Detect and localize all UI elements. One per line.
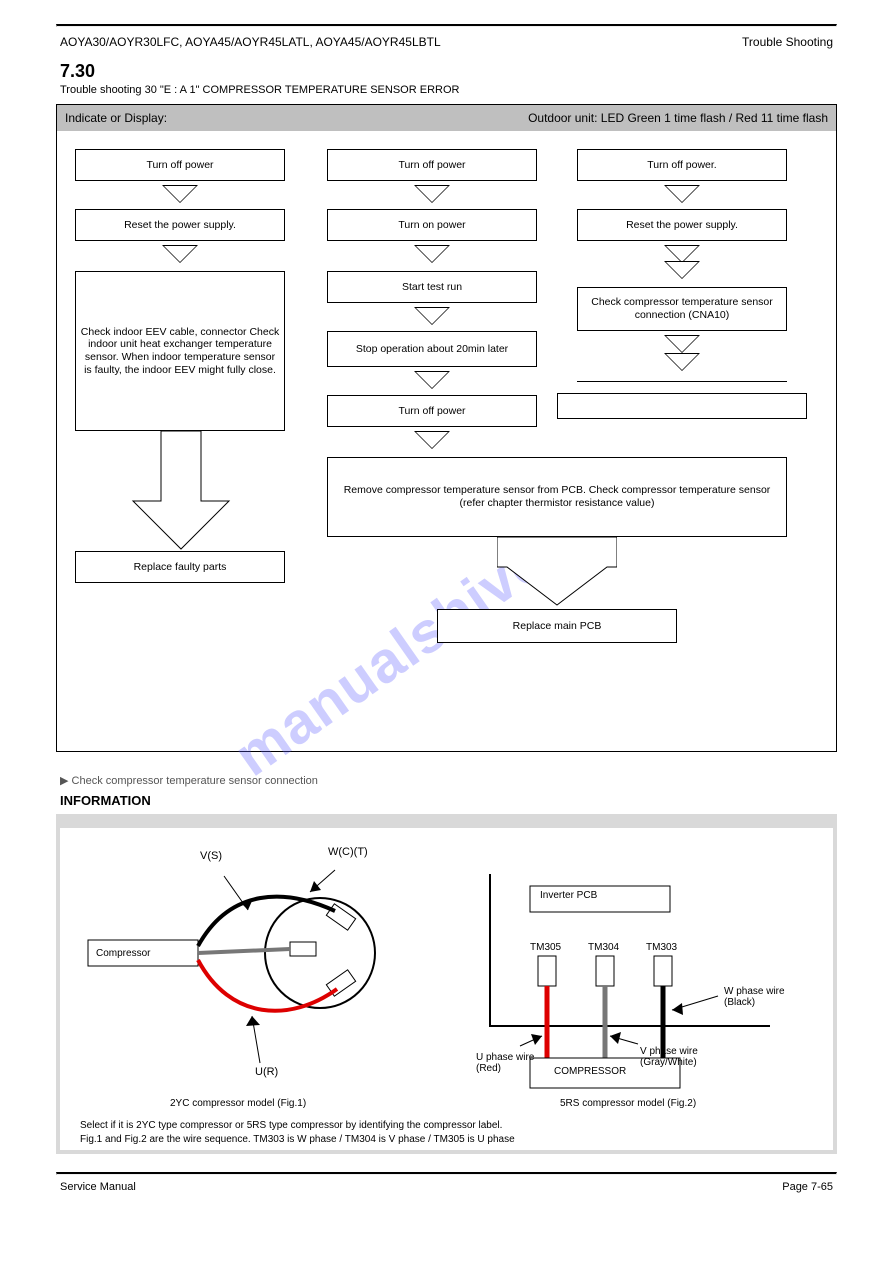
c3-branch: [557, 393, 807, 419]
c3-step3-text: Check compressor temperature sensor conn…: [582, 296, 782, 321]
label-w-wire: W phase wire (Black): [724, 986, 814, 1008]
c1-end: Replace faulty parts: [75, 551, 285, 583]
fig1-caption: 2YC compressor model (Fig.1): [170, 1098, 306, 1109]
c1-step1-text: Turn off power: [146, 159, 213, 172]
section-number: 7.30: [60, 61, 833, 82]
merge-text: Remove compressor temperature sensor fro…: [332, 484, 782, 509]
label-compressor-right: COMPRESSOR: [554, 1066, 626, 1077]
label-compressor: Compressor: [96, 948, 150, 959]
information-panel: V(S) W(C)(T) U(R) Compressor 2YC compres…: [56, 814, 837, 1154]
label-vs: V(S): [200, 850, 222, 862]
footer-right: Page 7-65: [782, 1181, 833, 1193]
c1-end-text: Replace faulty parts: [134, 561, 227, 574]
arrow-icon: [664, 185, 700, 203]
big-arrow-icon: [131, 431, 231, 551]
arrow-icon: [664, 335, 700, 353]
big-arrow-icon: [497, 537, 617, 607]
c1-step2-text: Reset the power supply.: [124, 219, 236, 232]
c1-step3: Check indoor EEV cable, connector Check …: [75, 271, 285, 431]
arrow-icon: [664, 261, 700, 279]
label-v-wire: V phase wire (Gray/White): [640, 1046, 740, 1068]
fig2-caption: 5RS compressor model (Fig.2): [560, 1098, 696, 1109]
arrow-icon: [162, 185, 198, 203]
flow-body: Turn off power Reset the power supply. C…: [57, 131, 836, 751]
flow-header-right: Outdoor unit: LED Green 1 time flash / R…: [528, 111, 828, 125]
note-line: ▶ Check compressor temperature sensor co…: [60, 774, 833, 787]
arrow-icon: [414, 431, 450, 449]
c2-step1: Turn off power: [327, 149, 537, 181]
label-tm304: TM304: [588, 942, 619, 953]
c3-step2-text: Reset the power supply.: [626, 219, 738, 232]
footer: Service Manual Page 7-65: [56, 1175, 837, 1193]
arrow-icon: [414, 371, 450, 389]
info-note2: Fig.1 and Fig.2 are the wire sequence. T…: [80, 1134, 800, 1145]
c2-step3-text: Start test run: [402, 281, 462, 294]
flow-header: Indicate or Display: Outdoor unit: LED G…: [57, 105, 836, 131]
c3-step1-text: Turn off power.: [647, 159, 716, 172]
arrow-icon: [414, 245, 450, 263]
label-wct: W(C)(T): [328, 846, 368, 858]
c2-step2: Turn on power: [327, 209, 537, 241]
arrow-icon: [664, 353, 700, 371]
header-right: Trouble Shooting: [742, 35, 833, 49]
merge-box: Remove compressor temperature sensor fro…: [327, 457, 787, 537]
flow-header-left: Indicate or Display:: [65, 111, 167, 125]
c2-step4: Stop operation about 20min later: [327, 331, 537, 367]
label-ur: U(R): [255, 1066, 278, 1078]
c1-step3-text: Check indoor EEV cable, connector Check …: [80, 326, 280, 376]
info-note1: Select if it is 2YC type compressor or 5…: [80, 1120, 800, 1131]
arrow-icon: [414, 307, 450, 325]
c2-step5-text: Turn off power: [398, 405, 465, 418]
c2-step4-text: Stop operation about 20min later: [356, 343, 508, 356]
label-u-wire: U phase wire (Red): [476, 1052, 536, 1074]
c2-step2-text: Turn on power: [398, 219, 465, 232]
c3-step1: Turn off power.: [577, 149, 787, 181]
c1-step2: Reset the power supply.: [75, 209, 285, 241]
c3-step2: Reset the power supply.: [577, 209, 787, 241]
arrow-icon: [414, 185, 450, 203]
section-title: Trouble shooting 30 "E : A 1" COMPRESSOR…: [60, 84, 833, 96]
label-tm303: TM303: [646, 942, 677, 953]
c3-step3: Check compressor temperature sensor conn…: [577, 287, 787, 331]
c2-step3: Start test run: [327, 271, 537, 303]
footer-left: Service Manual: [60, 1181, 136, 1193]
information-title: INFORMATION: [60, 793, 833, 808]
running-head: AOYA30/AOYR30LFC, AOYA45/AOYR45LATL, AOY…: [56, 27, 837, 55]
label-inverter-pcb: Inverter PCB: [540, 890, 597, 901]
c1-step1: Turn off power: [75, 149, 285, 181]
final-text: Replace main PCB: [513, 620, 602, 633]
c2-step5: Turn off power: [327, 395, 537, 427]
c2-step1-text: Turn off power: [398, 159, 465, 172]
flowchart: Indicate or Display: Outdoor unit: LED G…: [56, 104, 837, 752]
arrow-icon: [162, 245, 198, 263]
header-series: AOYA30/AOYR30LFC, AOYA45/AOYR45LATL, AOY…: [60, 35, 441, 49]
final-box: Replace main PCB: [437, 609, 677, 643]
fig1-compressor-wiring: [80, 848, 410, 1088]
label-tm305: TM305: [530, 942, 561, 953]
connector-line: [577, 381, 787, 382]
